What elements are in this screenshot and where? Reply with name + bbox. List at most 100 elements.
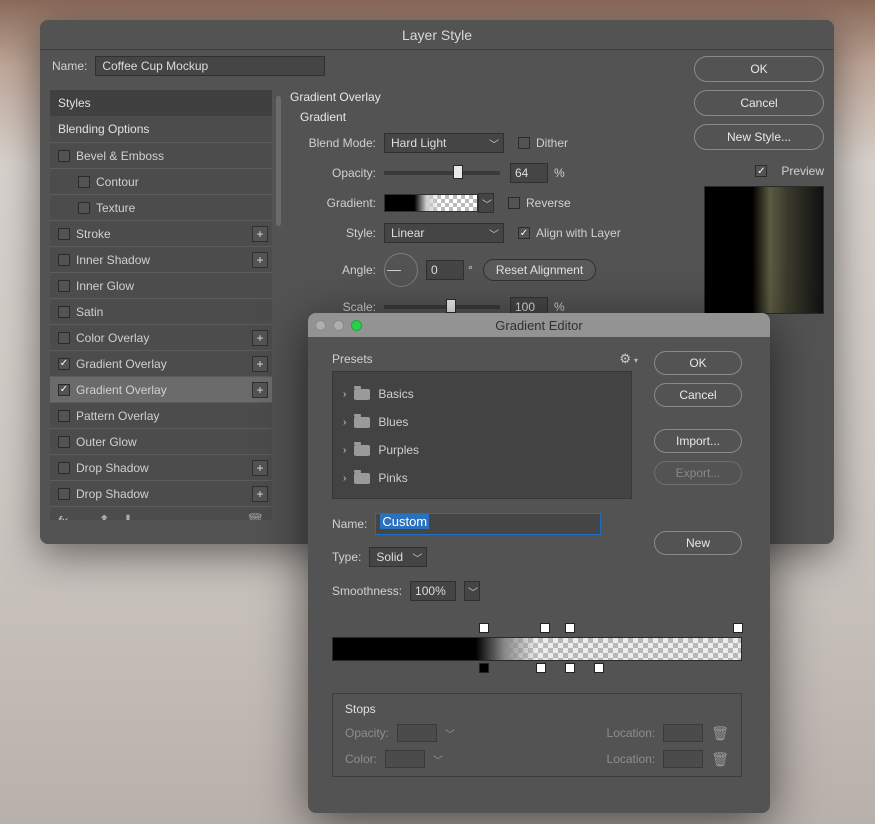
checkbox[interactable] xyxy=(78,202,90,214)
style-item[interactable]: Texture xyxy=(50,194,272,220)
checkbox[interactable] xyxy=(58,358,70,370)
checkbox[interactable] xyxy=(58,384,70,396)
angle-input[interactable] xyxy=(426,260,464,280)
folder-icon xyxy=(354,445,370,456)
folder-icon xyxy=(354,417,370,428)
chevron-down-icon: ﹀ xyxy=(489,136,499,151)
move-up-icon[interactable]: ⬆ xyxy=(98,512,110,520)
blend-mode-label: Blend Mode: xyxy=(290,136,384,150)
plus-icon[interactable] xyxy=(252,252,268,268)
gradient-picker[interactable] xyxy=(384,194,478,212)
stops-opacity-input[interactable] xyxy=(397,724,437,742)
color-stop[interactable] xyxy=(565,663,575,673)
angle-label: Angle: xyxy=(290,263,384,277)
plus-icon[interactable] xyxy=(252,460,268,476)
color-stop[interactable] xyxy=(479,663,489,673)
stops-color-input[interactable] xyxy=(385,750,425,768)
checkbox[interactable] xyxy=(58,306,70,318)
cancel-button[interactable]: Cancel xyxy=(694,90,824,116)
style-item[interactable]: Drop Shadow xyxy=(50,454,272,480)
gradient-picker-dropdown[interactable]: ﹀ xyxy=(478,193,494,213)
styles-header[interactable]: Styles xyxy=(50,90,272,116)
plus-icon[interactable] xyxy=(252,226,268,242)
style-item[interactable]: Outer Glow xyxy=(50,428,272,454)
opacity-stop[interactable] xyxy=(733,623,743,633)
scale-slider[interactable] xyxy=(384,305,500,309)
gradient-editor-buttons: OK Cancel Import... Export... New xyxy=(642,351,754,777)
plus-icon[interactable] xyxy=(252,486,268,502)
gradient-editor-titlebar[interactable]: Gradient Editor xyxy=(308,313,770,337)
style-item[interactable]: Gradient Overlay xyxy=(50,376,272,402)
chevron-right-icon: › xyxy=(343,417,346,428)
preview-checkbox[interactable] xyxy=(755,165,767,177)
style-item[interactable]: Inner Glow xyxy=(50,272,272,298)
checkbox[interactable] xyxy=(58,228,70,240)
preset-folder[interactable]: › Pinks xyxy=(339,464,625,492)
checkbox[interactable] xyxy=(78,176,90,188)
preset-folder[interactable]: ›Purples xyxy=(339,436,625,464)
style-item[interactable]: Contour xyxy=(50,168,272,194)
ge-ok-button[interactable]: OK xyxy=(654,351,742,375)
style-item-label: Drop Shadow xyxy=(76,461,149,475)
style-item[interactable]: Inner Shadow xyxy=(50,246,272,272)
color-stop[interactable] xyxy=(594,663,604,673)
opacity-unit: % xyxy=(554,166,565,180)
trash-icon[interactable]: 🗑 xyxy=(246,512,264,520)
plus-icon[interactable] xyxy=(252,356,268,372)
ge-smooth-input[interactable] xyxy=(410,581,456,601)
plus-icon[interactable] xyxy=(252,330,268,346)
presets-list[interactable]: ›Basics›Blues›Purples › Pinks xyxy=(332,371,632,499)
blend-mode-select[interactable]: Hard Light﹀ xyxy=(384,133,504,153)
move-down-icon[interactable]: ⬇ xyxy=(122,512,134,520)
fx-menu-icon[interactable] xyxy=(79,514,86,521)
angle-dial[interactable] xyxy=(384,253,418,287)
gradient-track[interactable] xyxy=(332,623,742,683)
ge-smooth-dropdown[interactable]: ﹀ xyxy=(464,581,480,601)
dither-checkbox[interactable] xyxy=(518,137,530,149)
gradient-editor-title: Gradient Editor xyxy=(308,318,770,333)
styles-scrollbar[interactable] xyxy=(274,96,282,506)
style-item[interactable]: Bevel & Emboss xyxy=(50,142,272,168)
style-select[interactable]: Linear﹀ xyxy=(384,223,504,243)
chevron-right-icon: › xyxy=(343,473,346,484)
style-item[interactable]: Gradient Overlay xyxy=(50,350,272,376)
fx-icon[interactable]: fx xyxy=(58,514,67,521)
checkbox[interactable] xyxy=(58,150,70,162)
style-item[interactable]: Color Overlay xyxy=(50,324,272,350)
style-item[interactable]: Drop Shadow xyxy=(50,480,272,506)
ge-import-button[interactable]: Import... xyxy=(654,429,742,453)
reset-alignment-button[interactable]: Reset Alignment xyxy=(483,259,596,281)
color-stop[interactable] xyxy=(536,663,546,673)
checkbox[interactable] xyxy=(58,410,70,422)
checkbox[interactable] xyxy=(58,488,70,500)
blending-options-header[interactable]: Blending Options xyxy=(50,116,272,142)
ge-type-select[interactable]: Solid﹀ xyxy=(369,547,427,567)
checkbox[interactable] xyxy=(58,280,70,292)
checkbox[interactable] xyxy=(58,254,70,266)
ge-new-button[interactable]: New xyxy=(654,531,742,555)
style-item-label: Inner Shadow xyxy=(76,253,150,267)
opacity-slider[interactable] xyxy=(384,171,500,175)
opacity-stop[interactable] xyxy=(540,623,550,633)
preset-folder-label: Pinks xyxy=(378,471,407,485)
new-style-button[interactable]: New Style... xyxy=(694,124,824,150)
opacity-stop[interactable] xyxy=(565,623,575,633)
checkbox[interactable] xyxy=(58,332,70,344)
checkbox[interactable] xyxy=(58,436,70,448)
checkbox[interactable] xyxy=(58,462,70,474)
plus-icon[interactable] xyxy=(252,382,268,398)
ok-button[interactable]: OK xyxy=(694,56,824,82)
preset-folder[interactable]: ›Blues xyxy=(339,408,625,436)
ge-name-input[interactable]: Custom xyxy=(375,513,601,535)
style-item[interactable]: Pattern Overlay xyxy=(50,402,272,428)
align-checkbox[interactable] xyxy=(518,227,530,239)
preset-folder[interactable]: ›Basics xyxy=(339,380,625,408)
style-item[interactable]: Stroke xyxy=(50,220,272,246)
ge-cancel-button[interactable]: Cancel xyxy=(654,383,742,407)
style-item[interactable]: Satin xyxy=(50,298,272,324)
ge-export-button[interactable]: Export... xyxy=(654,461,742,485)
gear-icon[interactable] xyxy=(619,351,638,367)
opacity-input[interactable] xyxy=(510,163,548,183)
reverse-checkbox[interactable] xyxy=(508,197,520,209)
opacity-stop[interactable] xyxy=(479,623,489,633)
